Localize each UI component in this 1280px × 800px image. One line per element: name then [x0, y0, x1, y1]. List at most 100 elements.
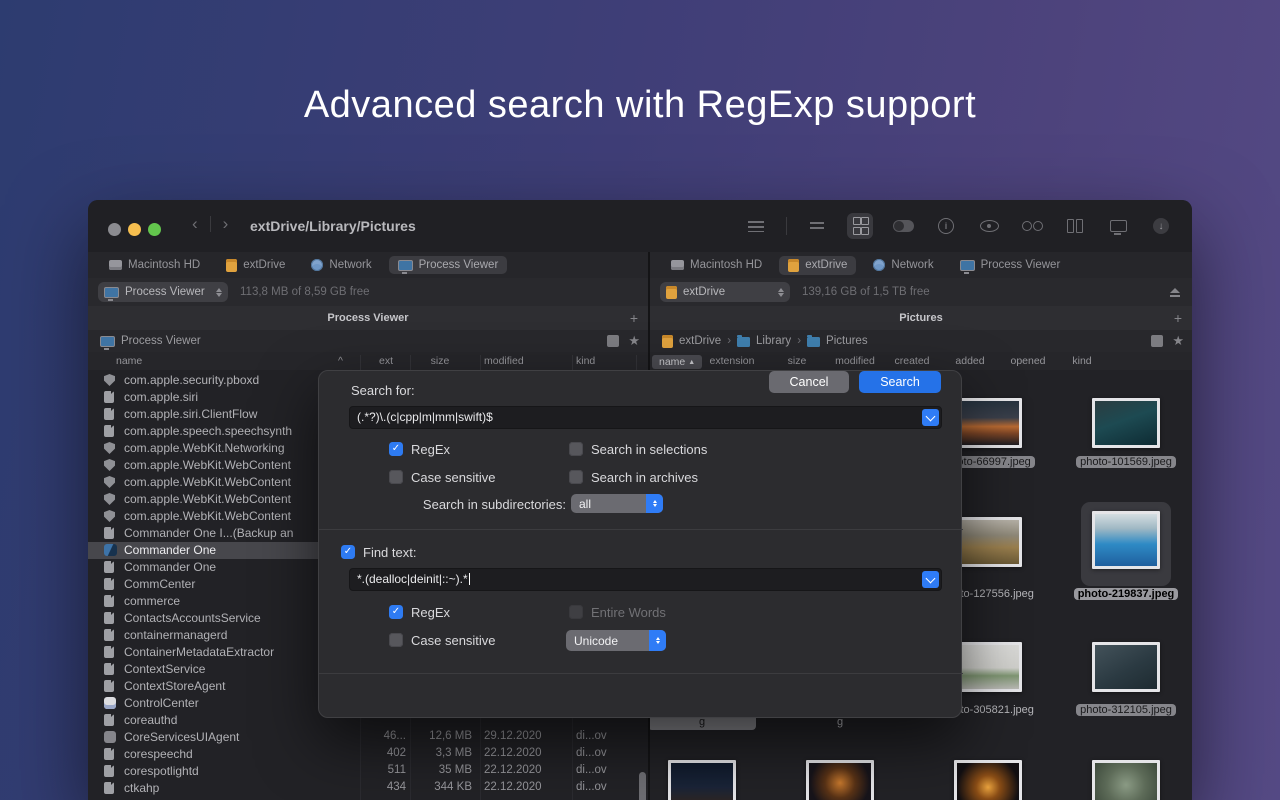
- file-size: 3,3 MB: [410, 747, 472, 759]
- info-icon[interactable]: i: [933, 213, 959, 239]
- case-sensitive-checkbox[interactable]: [389, 470, 403, 484]
- favorite-star-icon[interactable]: ★: [628, 335, 640, 347]
- right-drive-tab-network[interactable]: Network: [864, 256, 942, 274]
- right-drive-tab-extdrive[interactable]: extDrive: [779, 256, 856, 275]
- pane-mode-button[interactable]: [607, 335, 619, 347]
- file-row[interactable]: ctkahp434344 KB22.12.2020di...ov: [88, 780, 648, 797]
- toggle-icon[interactable]: [890, 213, 916, 239]
- find-case-sensitive-checkbox[interactable]: [389, 633, 403, 647]
- right-tab[interactable]: Pictures: [899, 312, 942, 324]
- left-drive-tab-macintosh-hd[interactable]: Macintosh HD: [100, 256, 209, 274]
- close-button-icon[interactable]: [108, 223, 121, 236]
- column-header-opened[interactable]: opened: [1010, 355, 1045, 367]
- right-drive-tab-process-viewer[interactable]: Process Viewer: [951, 256, 1070, 274]
- column-header-added[interactable]: added: [955, 355, 984, 367]
- network-screen-icon[interactable]: [1105, 213, 1131, 239]
- compact-list-view-icon[interactable]: [804, 213, 830, 239]
- breadcrumb-item[interactable]: extDrive: [679, 335, 721, 347]
- forward-icon[interactable]: ›: [223, 214, 229, 234]
- photo-thumbnail[interactable]: [1092, 511, 1160, 569]
- left-scrollbar[interactable]: [639, 772, 646, 800]
- right-volume-selector[interactable]: extDrive: [660, 282, 790, 302]
- grid-view-icon[interactable]: [847, 213, 873, 239]
- left-tab[interactable]: Process Viewer: [327, 312, 408, 324]
- search-in-selections-checkbox[interactable]: [569, 442, 583, 456]
- photo-label[interactable]: photo-101569.jpeg: [1071, 454, 1181, 470]
- minimize-button-icon[interactable]: [128, 223, 141, 236]
- history-dropdown-icon[interactable]: [922, 571, 939, 588]
- monitor-icon: [960, 260, 975, 271]
- column-header-ext[interactable]: ext: [379, 355, 393, 367]
- left-drive-tab-extdrive[interactable]: extDrive: [217, 256, 294, 275]
- hd-icon: [671, 260, 684, 270]
- search-binoculars-icon[interactable]: [1019, 213, 1045, 239]
- regex-checkbox[interactable]: ✓: [389, 442, 403, 456]
- file-row[interactable]: corespeechd4023,3 MB22.12.2020di...ov: [88, 746, 648, 763]
- left-volume-row: Process Viewer 113,8 MB of 8,59 GB free: [88, 278, 648, 307]
- search-pattern-input[interactable]: (.*?)\.(c|cpp|m|mm|swift)$: [349, 406, 942, 429]
- dual-pane-icon[interactable]: [1062, 213, 1088, 239]
- file-name: corespotlightd: [124, 764, 199, 778]
- column-header-size[interactable]: size: [788, 355, 807, 367]
- file-name: ContactsAccountsService: [124, 611, 261, 625]
- breadcrumb-item[interactable]: Pictures: [826, 335, 868, 347]
- column-header-extension[interactable]: extension: [710, 355, 755, 367]
- shield-icon: [104, 510, 115, 522]
- add-tab-button[interactable]: +: [630, 310, 638, 326]
- column-header-kind[interactable]: kind: [576, 355, 595, 367]
- photo-label[interactable]: photo-312105.jpeg: [1071, 702, 1181, 718]
- left-drive-tab-process-viewer[interactable]: Process Viewer: [389, 256, 508, 274]
- eject-icon[interactable]: [1170, 288, 1180, 297]
- pane-mode-button[interactable]: [1151, 335, 1163, 347]
- photo-thumbnail[interactable]: [668, 760, 736, 800]
- doc-icon: [104, 782, 114, 794]
- encoding-dropdown[interactable]: Unicode: [566, 630, 666, 651]
- right-breadcrumb: extDrive›Library›Pictures★: [650, 330, 1192, 353]
- file-name: containermanagerd: [124, 628, 227, 642]
- photo-thumbnail[interactable]: [1092, 760, 1160, 800]
- hd-icon: [109, 260, 122, 270]
- column-header-kind[interactable]: kind: [1072, 355, 1091, 367]
- photo-thumbnail[interactable]: [954, 517, 1022, 567]
- download-icon[interactable]: ↓: [1148, 213, 1174, 239]
- column-header-name[interactable]: name: [116, 355, 142, 367]
- left-column-headers: nameextsizemodifiedkind^: [88, 352, 648, 371]
- column-header-modified[interactable]: modified: [484, 355, 524, 367]
- file-row[interactable]: CoreServicesUIAgent46...12,6 MB29.12.202…: [88, 729, 648, 746]
- breadcrumb-item[interactable]: Process Viewer: [121, 335, 201, 347]
- column-header-modified[interactable]: modified: [835, 355, 875, 367]
- column-header-created[interactable]: created: [894, 355, 929, 367]
- photo-thumbnail[interactable]: [954, 760, 1022, 800]
- file-ext: 511: [362, 764, 406, 776]
- add-tab-button[interactable]: +: [1174, 310, 1182, 326]
- shield-icon: [104, 374, 115, 386]
- photo-thumbnail[interactable]: [954, 642, 1022, 692]
- page-title: Advanced search with RegExp support: [0, 84, 1280, 127]
- photo-thumbnail[interactable]: [1092, 398, 1160, 448]
- left-volume-selector[interactable]: Process Viewer: [98, 282, 228, 302]
- column-header-name[interactable]: name▲: [652, 355, 702, 369]
- find-text-checkbox[interactable]: ✓: [341, 545, 355, 559]
- divider: [319, 529, 963, 530]
- photo-thumbnail[interactable]: [806, 760, 874, 800]
- search-button[interactable]: Search: [859, 371, 941, 393]
- find-regex-checkbox[interactable]: ✓: [389, 605, 403, 619]
- preview-eye-icon[interactable]: [976, 213, 1002, 239]
- favorite-star-icon[interactable]: ★: [1172, 335, 1184, 347]
- photo-thumbnail[interactable]: [954, 398, 1022, 448]
- column-header-size[interactable]: size: [431, 355, 450, 367]
- breadcrumb-item[interactable]: Library: [756, 335, 791, 347]
- left-drive-tab-network[interactable]: Network: [302, 256, 380, 274]
- subdirectories-dropdown[interactable]: all: [571, 494, 663, 513]
- cancel-button[interactable]: Cancel: [769, 371, 849, 393]
- right-drive-tab-macintosh-hd[interactable]: Macintosh HD: [662, 256, 771, 274]
- find-pattern-input[interactable]: *.(dealloc|deinit|::~).*: [349, 568, 942, 591]
- zoom-button-icon[interactable]: [148, 223, 161, 236]
- search-in-archives-checkbox[interactable]: [569, 470, 583, 484]
- photo-label[interactable]: photo-219837.jpeg: [1071, 586, 1181, 602]
- photo-thumbnail[interactable]: [1092, 642, 1160, 692]
- file-row[interactable]: corespotlightd51135 MB22.12.2020di...ov: [88, 763, 648, 780]
- list-view-icon[interactable]: [743, 213, 769, 239]
- back-icon[interactable]: ‹: [192, 214, 198, 234]
- history-dropdown-icon[interactable]: [922, 409, 939, 426]
